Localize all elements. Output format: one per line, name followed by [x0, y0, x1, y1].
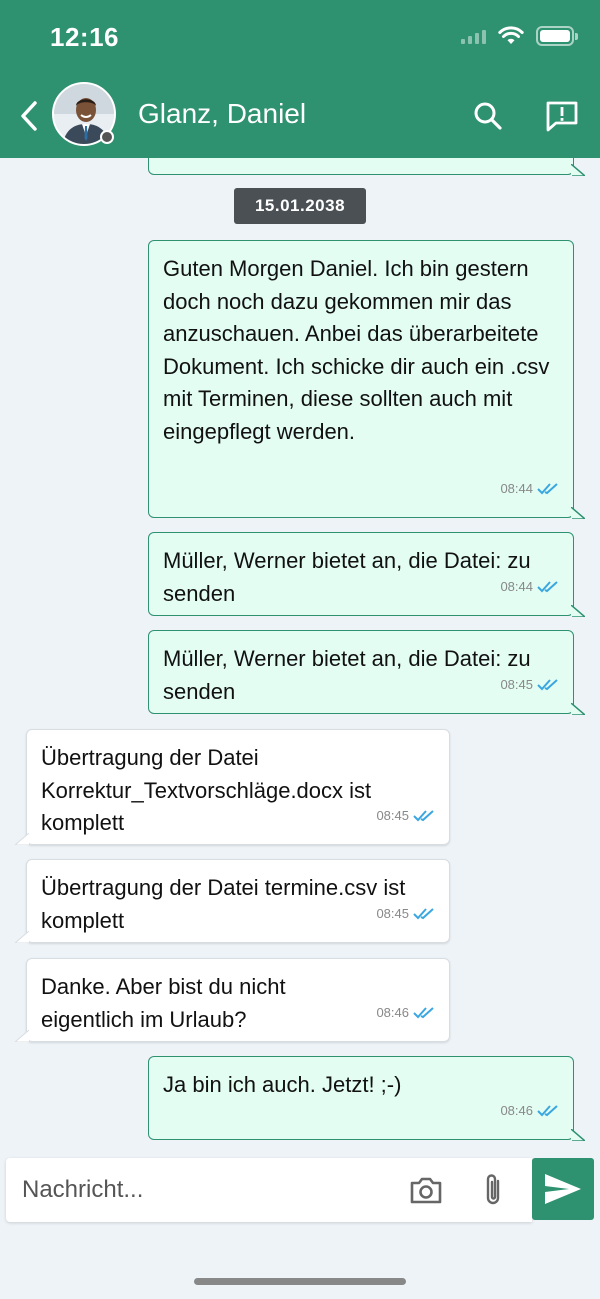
- paperclip-icon: [486, 1174, 500, 1205]
- message-meta: 08:45: [500, 669, 561, 702]
- app-header: 12:16 Glanz, Daniel: [0, 0, 600, 158]
- presence-indicator: [100, 130, 114, 144]
- double-check-icon: [537, 581, 558, 593]
- date-separator: 15.01.2038: [234, 188, 366, 224]
- message-bubble-outgoing[interactable]: Guten Morgen Daniel. Ich bin gestern doc…: [148, 240, 585, 519]
- report-button[interactable]: [540, 94, 584, 138]
- message-time: 08:44: [500, 480, 533, 496]
- message-time: 08:44: [500, 578, 533, 594]
- message-text: Guten Morgen Daniel. Ich bin gestern doc…: [163, 256, 550, 444]
- message-time: 08:46: [500, 1102, 533, 1118]
- message-meta: 08:45: [376, 898, 437, 931]
- message-list[interactable]: 15.01.2038 Guten Morgen Daniel. Ich bin …: [0, 0, 600, 1150]
- status-icons: [461, 26, 578, 46]
- bubble-tail: [571, 702, 585, 715]
- search-icon: [474, 102, 502, 130]
- bubble-tail: [15, 1030, 29, 1042]
- message-time: 08:45: [500, 676, 533, 692]
- camera-icon: [410, 1177, 442, 1204]
- bubble-tail: [571, 604, 585, 617]
- message-time: 08:45: [376, 807, 409, 823]
- report-icon: [546, 101, 578, 132]
- bubble-tail: [571, 506, 585, 519]
- double-check-icon: [537, 1105, 558, 1117]
- message-bubble-incoming[interactable]: Übertragung der Datei termine.csv ist ko…: [15, 859, 450, 943]
- message-bubble-outgoing[interactable]: Müller, Werner bietet an, die Datei: zu …: [148, 532, 585, 617]
- bubble-tail: [571, 1128, 585, 1141]
- double-check-icon: [537, 483, 558, 495]
- message-composer: [6, 1158, 532, 1222]
- message-meta: 08:44: [500, 473, 561, 506]
- message-time: 08:45: [376, 905, 409, 921]
- message-bubble-outgoing[interactable]: Ja bin ich auch. Jetzt! ;-) 08:46: [148, 1056, 585, 1141]
- message-meta: 08:45: [376, 800, 437, 833]
- contact-name[interactable]: Glanz, Daniel: [138, 98, 306, 130]
- message-text: Danke. Aber bist du nicht eigentlich im …: [41, 974, 286, 1032]
- double-check-icon: [413, 908, 434, 920]
- back-button[interactable]: [12, 94, 46, 138]
- search-button[interactable]: [466, 94, 510, 138]
- battery-icon: [536, 26, 578, 46]
- status-time: 12:16: [50, 22, 119, 52]
- attach-button[interactable]: [472, 1168, 516, 1212]
- double-check-icon: [413, 1007, 434, 1019]
- message-meta: 08:46: [500, 1095, 561, 1128]
- back-chevron-icon: [21, 101, 37, 131]
- bubble-tail: [15, 833, 29, 845]
- wifi-icon: [498, 26, 524, 44]
- double-check-icon: [537, 679, 558, 691]
- message-meta: 08:44: [500, 571, 561, 604]
- message-bubble-outgoing[interactable]: Müller, Werner bietet an, die Datei: zu …: [148, 630, 585, 715]
- message-meta: 08:46: [376, 997, 437, 1030]
- bubble-tail: [15, 931, 29, 943]
- camera-button[interactable]: [404, 1168, 448, 1212]
- double-check-icon: [413, 810, 434, 822]
- send-icon: [545, 1174, 581, 1204]
- message-bubble-incoming[interactable]: Danke. Aber bist du nicht eigentlich im …: [15, 958, 450, 1042]
- message-bubble-incoming[interactable]: Übertragung der Datei Korrektur_Textvors…: [15, 729, 450, 845]
- chat-screen: 15.01.2038 Guten Morgen Daniel. Ich bin …: [0, 0, 600, 1299]
- signal-icon: [461, 28, 486, 44]
- message-input[interactable]: [6, 1158, 386, 1222]
- bubble-tail: [571, 163, 585, 176]
- send-button[interactable]: [532, 1158, 594, 1220]
- message-time: 08:46: [376, 1004, 409, 1020]
- home-indicator: [194, 1278, 406, 1285]
